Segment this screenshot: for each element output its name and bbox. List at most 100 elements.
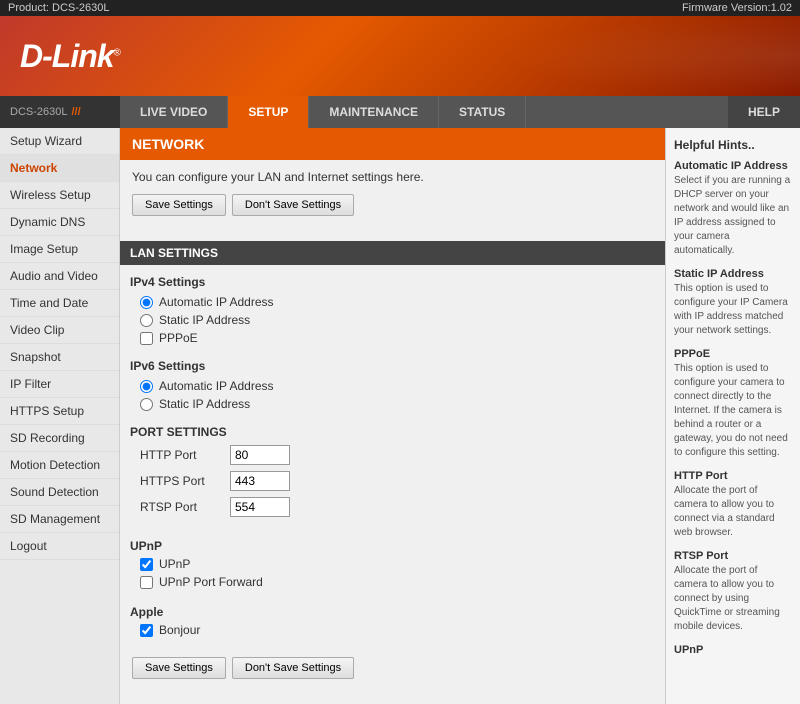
help-rtsp-port-title: RTSP Port [674,550,792,562]
help-pppoe: PPPoE This option is used to configure y… [674,348,792,460]
sidebar-item-image-setup[interactable]: Image Setup [0,236,119,263]
bonjour-checkbox[interactable] [140,624,153,637]
https-port-label: HTTPS Port [140,474,220,488]
trademark: ® [114,47,120,58]
main-layout: Setup Wizard Network Wireless Setup Dyna… [0,128,800,704]
help-static-ip-text: This option is used to configure your IP… [674,282,792,338]
sidebar-item-video-clip[interactable]: Video Clip [0,317,119,344]
ipv4-auto-ip-label: Automatic IP Address [159,295,274,309]
ipv4-static-ip-label: Static IP Address [159,313,250,327]
sidebar: Setup Wizard Network Wireless Setup Dyna… [0,128,120,704]
content-inner: You can configure your LAN and Internet … [120,160,665,241]
ipv4-auto-ip-row: Automatic IP Address [130,295,655,309]
header: D-Link® [0,16,800,96]
apple-title: Apple [130,605,655,619]
ipv6-static-ip-label: Static IP Address [159,397,250,411]
pppoe-checkbox[interactable] [140,332,153,345]
tab-live-video[interactable]: LIVE VIDEO [120,96,228,128]
nav-brand: DCS-2630L /// [0,96,120,128]
help-pppoe-text: This option is used to configure your ca… [674,362,792,460]
upnp-checkbox[interactable] [140,558,153,571]
description-text: You can configure your LAN and Internet … [132,170,653,184]
top-bar: Product: DCS-2630L Firmware Version:1.02 [0,0,800,16]
help-http-port-title: HTTP Port [674,470,792,482]
sidebar-item-audio-and-video[interactable]: Audio and Video [0,263,119,290]
dlink-logo: D-Link® [20,38,120,75]
tab-maintenance[interactable]: MAINTENANCE [309,96,439,128]
bonjour-label: Bonjour [159,623,200,637]
help-static-ip-title: Static IP Address [674,268,792,280]
firmware-label: Firmware Version:1.02 [682,2,792,14]
port-settings-label: PORT SETTINGS [130,425,655,439]
help-auto-ip: Automatic IP Address Select if you are r… [674,160,792,258]
upnp-row: UPnP [130,557,655,571]
sidebar-item-motion-detection[interactable]: Motion Detection [0,452,119,479]
tab-help[interactable]: HELP [728,96,800,128]
ipv4-settings-group: IPv4 Settings Automatic IP Address Stati… [120,275,665,359]
dont-save-settings-button-bottom[interactable]: Don't Save Settings [232,657,354,679]
sidebar-item-sd-management[interactable]: SD Management [0,506,119,533]
dont-save-settings-button-top[interactable]: Don't Save Settings [232,194,354,216]
ipv6-auto-ip-row: Automatic IP Address [130,379,655,393]
help-static-ip: Static IP Address This option is used to… [674,268,792,338]
help-http-port: HTTP Port Allocate the port of camera to… [674,470,792,540]
help-upnp-title: UPnP [674,644,792,656]
pppoe-label: PPPoE [159,331,198,345]
help-http-port-text: Allocate the port of camera to allow you… [674,484,792,540]
ipv6-auto-ip-radio[interactable] [140,380,153,393]
sidebar-item-time-and-date[interactable]: Time and Date [0,290,119,317]
tab-status[interactable]: STATUS [439,96,526,128]
help-auto-ip-title: Automatic IP Address [674,160,792,172]
sidebar-item-network[interactable]: Network [0,155,119,182]
upnp-title: UPnP [130,539,655,553]
ipv6-label: IPv6 Settings [130,359,655,373]
ipv6-auto-ip-label: Automatic IP Address [159,379,274,393]
nav-brand-text: DCS-2630L [10,106,67,118]
nav-tabs: LIVE VIDEO SETUP MAINTENANCE STATUS [120,96,728,128]
sidebar-item-dynamic-dns[interactable]: Dynamic DNS [0,209,119,236]
lan-settings-title: LAN SETTINGS [120,241,665,265]
sidebar-item-ip-filter[interactable]: IP Filter [0,371,119,398]
upnp-port-forward-checkbox[interactable] [140,576,153,589]
apple-section: Apple Bonjour [120,599,665,647]
upnp-port-forward-label: UPnP Port Forward [159,575,263,589]
bottom-button-area: Save Settings Don't Save Settings [120,647,665,704]
upnp-label: UPnP [159,557,190,571]
http-port-input[interactable] [230,445,290,465]
https-port-input[interactable] [230,471,290,491]
http-port-row: HTTP Port [130,445,655,465]
sidebar-item-logout[interactable]: Logout [0,533,119,560]
nav-bar: DCS-2630L /// LIVE VIDEO SETUP MAINTENAN… [0,96,800,128]
pppoe-row: PPPoE [130,331,655,345]
rtsp-port-label: RTSP Port [140,500,220,514]
rtsp-port-input[interactable] [230,497,290,517]
sidebar-item-wireless-setup[interactable]: Wireless Setup [0,182,119,209]
ipv6-settings-group: IPv6 Settings Automatic IP Address Stati… [120,359,665,425]
https-port-row: HTTPS Port [130,471,655,491]
upnp-port-forward-row: UPnP Port Forward [130,575,655,589]
sidebar-item-snapshot[interactable]: Snapshot [0,344,119,371]
ipv6-static-ip-radio[interactable] [140,398,153,411]
save-settings-button-top[interactable]: Save Settings [132,194,226,216]
ipv4-label: IPv4 Settings [130,275,655,289]
help-pppoe-title: PPPoE [674,348,792,360]
help-rtsp-port: RTSP Port Allocate the port of camera to… [674,550,792,634]
ipv6-static-ip-row: Static IP Address [130,397,655,411]
tab-setup[interactable]: SETUP [228,96,309,128]
help-rtsp-port-text: Allocate the port of camera to allow you… [674,564,792,634]
upnp-section: UPnP UPnP UPnP Port Forward [120,533,665,599]
product-label: Product: DCS-2630L [8,2,110,14]
sidebar-item-setup-wizard[interactable]: Setup Wizard [0,128,119,155]
content-area: NETWORK You can configure your LAN and I… [120,128,665,704]
http-port-label: HTTP Port [140,448,220,462]
ipv4-auto-ip-radio[interactable] [140,296,153,309]
ipv4-static-ip-radio[interactable] [140,314,153,327]
rtsp-port-row: RTSP Port [130,497,655,517]
ipv4-static-ip-row: Static IP Address [130,313,655,327]
sidebar-item-sound-detection[interactable]: Sound Detection [0,479,119,506]
save-settings-button-bottom[interactable]: Save Settings [132,657,226,679]
section-title: NETWORK [120,128,665,160]
bottom-button-row: Save Settings Don't Save Settings [132,657,653,679]
sidebar-item-sd-recording[interactable]: SD Recording [0,425,119,452]
sidebar-item-https-setup[interactable]: HTTPS Setup [0,398,119,425]
